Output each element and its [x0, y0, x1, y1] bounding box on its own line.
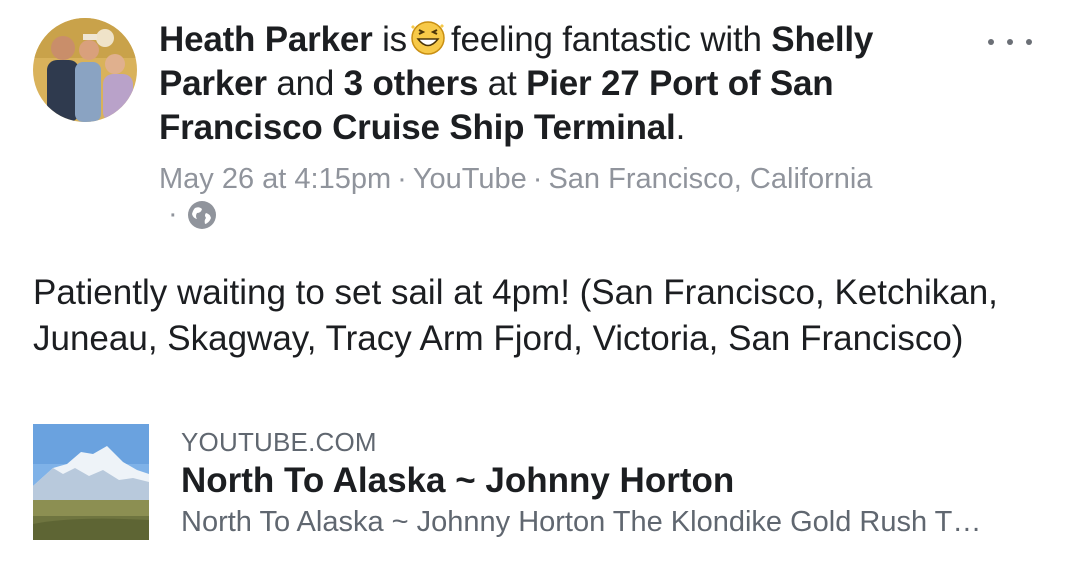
more-options-icon[interactable]: [988, 30, 1032, 54]
others-link[interactable]: 3 others: [344, 64, 479, 103]
post-body-text: Patiently waiting to set sail at 4pm! (S…: [33, 273, 998, 358]
post-timestamp-link[interactable]: May 26 at 4:15pm: [159, 163, 391, 195]
globe-icon[interactable]: [186, 199, 218, 231]
post-place-link[interactable]: San Francisco, California: [548, 163, 872, 195]
link-description: North To Alaska ~ Johnny Horton The Klon…: [181, 506, 982, 538]
link-domain: YOUTUBE.COM: [181, 427, 377, 457]
link-preview-card[interactable]: YOUTUBE.COM North To Alaska ~ Johnny Hor…: [33, 424, 1053, 542]
dot: [988, 39, 994, 45]
link-thumbnail: [33, 424, 149, 540]
meta-separator: ·: [168, 198, 178, 230]
feeling-text: feeling fantastic with: [450, 20, 762, 59]
author-name-link[interactable]: Heath Parker: [159, 20, 373, 59]
author-avatar[interactable]: [33, 18, 137, 122]
post-source: YouTube: [412, 163, 527, 195]
grinning-squint-face-emoji-icon: [410, 21, 445, 55]
facebook-post: Heath Parker is feeling fantastic with S…: [0, 0, 1080, 568]
mountain-thumbnail-icon: [33, 424, 149, 540]
meta-separator: ·: [532, 163, 543, 195]
link-title: North To Alaska ~ Johnny Horton: [181, 461, 735, 500]
header-period: .: [675, 108, 686, 147]
word-at: at: [487, 64, 517, 103]
word-is: is: [382, 20, 407, 59]
avatar-photo: [33, 18, 137, 122]
post-meta: May 26 at 4:15pm · YouTube · San Francisco, …: [159, 160, 959, 198]
dot: [1026, 39, 1032, 45]
meta-separator: ·: [397, 163, 407, 195]
post-header: Heath Parker is feeling fantastic with S…: [159, 18, 959, 150]
post-privacy: ·: [168, 198, 218, 231]
word-and: and: [276, 64, 335, 103]
dot: [1007, 39, 1013, 45]
